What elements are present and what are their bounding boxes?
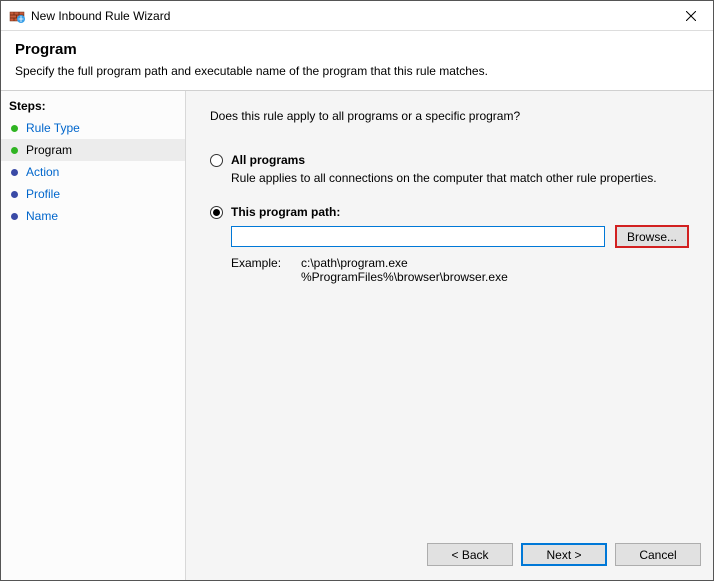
main-panel: Does this rule apply to all programs or … <box>186 91 713 580</box>
step-label: Name <box>26 209 58 223</box>
program-path-row: Browse... <box>231 225 689 248</box>
question-text: Does this rule apply to all programs or … <box>210 109 689 123</box>
main-content: Does this rule apply to all programs or … <box>186 91 713 533</box>
firewall-icon <box>9 8 25 24</box>
step-label: Action <box>26 165 59 179</box>
radio-all-programs[interactable] <box>210 154 223 167</box>
titlebar: New Inbound Rule Wizard <box>1 1 713 31</box>
body: Steps: Rule Type Program Action Profile … <box>1 91 713 580</box>
steps-sidebar: Steps: Rule Type Program Action Profile … <box>1 91 186 580</box>
step-rule-type[interactable]: Rule Type <box>1 117 185 139</box>
program-path-input[interactable] <box>231 226 605 247</box>
option-this-program-path[interactable]: This program path: <box>210 205 689 219</box>
window-title: New Inbound Rule Wizard <box>31 9 668 23</box>
option-all-description: Rule applies to all connections on the c… <box>231 171 689 185</box>
wizard-footer: < Back Next > Cancel <box>186 533 713 580</box>
close-icon <box>686 11 696 21</box>
option-all-label: All programs <box>231 153 305 167</box>
example-row: Example: c:\path\program.exe %ProgramFil… <box>231 256 689 284</box>
step-program[interactable]: Program <box>1 139 185 161</box>
step-label: Program <box>26 143 72 157</box>
bullet-icon <box>11 125 18 132</box>
step-name[interactable]: Name <box>1 205 185 227</box>
back-button[interactable]: < Back <box>427 543 513 566</box>
bullet-icon <box>11 147 18 154</box>
example-text: c:\path\program.exe %ProgramFiles%\brows… <box>301 256 508 284</box>
page-title: Program <box>15 41 699 58</box>
radio-this-program-path[interactable] <box>210 206 223 219</box>
step-label: Profile <box>26 187 60 201</box>
example-label: Example: <box>231 256 301 284</box>
step-label: Rule Type <box>26 121 80 135</box>
option-path-label: This program path: <box>231 205 340 219</box>
next-button[interactable]: Next > <box>521 543 607 566</box>
page-subtitle: Specify the full program path and execut… <box>15 64 699 78</box>
step-action[interactable]: Action <box>1 161 185 183</box>
cancel-button[interactable]: Cancel <box>615 543 701 566</box>
steps-heading: Steps: <box>1 95 185 117</box>
option-all-programs[interactable]: All programs <box>210 153 689 167</box>
wizard-window: New Inbound Rule Wizard Program Specify … <box>0 0 714 581</box>
bullet-icon <box>11 213 18 220</box>
header: Program Specify the full program path an… <box>1 31 713 91</box>
close-button[interactable] <box>668 1 713 31</box>
step-profile[interactable]: Profile <box>1 183 185 205</box>
bullet-icon <box>11 169 18 176</box>
browse-button[interactable]: Browse... <box>615 225 689 248</box>
bullet-icon <box>11 191 18 198</box>
